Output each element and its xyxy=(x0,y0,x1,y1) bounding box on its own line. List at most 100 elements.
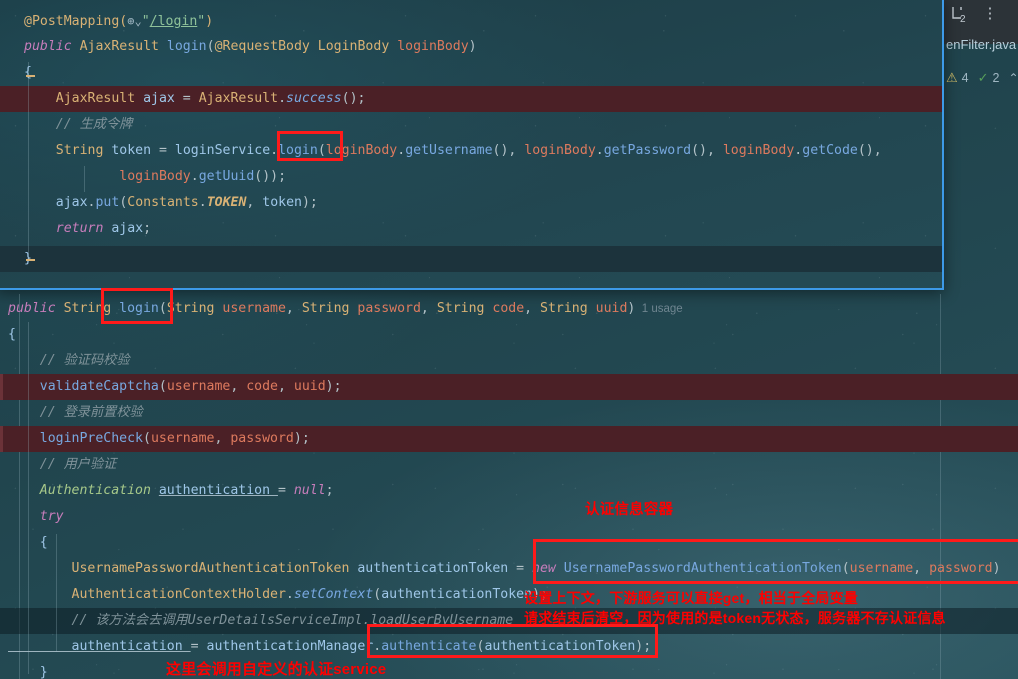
warning-count: 4 xyxy=(961,71,969,85)
code-line-postmapping[interactable]: @PostMapping(⊕⌄"/login") xyxy=(0,8,942,34)
code-token: uuid xyxy=(595,301,628,316)
code-token: ); xyxy=(301,195,318,210)
code-token: password xyxy=(230,431,294,446)
code-token: ()); xyxy=(254,169,287,184)
code-token: , xyxy=(285,301,302,316)
code-token: token xyxy=(262,195,302,210)
inspection-widget[interactable]: ⚠ 4 ✓ 2 ⌃ xyxy=(946,70,1018,86)
code-token: . xyxy=(595,143,604,158)
code-token: try xyxy=(8,509,64,524)
editor-tab-label[interactable]: enFilter.java xyxy=(944,30,1018,60)
code-line-comment-captcha[interactable]: // 验证码校验 xyxy=(0,348,1018,374)
code-token: uuid xyxy=(293,379,326,394)
quick-definition-popup[interactable]: @PostMapping(⊕⌄"/login") public AjaxResul… xyxy=(0,0,944,290)
code-token: login xyxy=(166,39,207,54)
more-options-icon[interactable]: ⋮ xyxy=(982,4,998,26)
code-token: AuthenticationContextHolder xyxy=(8,587,286,602)
code-token: ( xyxy=(841,561,850,576)
code-line-comment-token[interactable]: // 生成令牌 xyxy=(0,112,942,138)
code-token: , xyxy=(420,301,437,316)
code-token: . xyxy=(397,143,406,158)
code-line-try-keyword[interactable]: try xyxy=(0,504,1018,530)
code-token: ); xyxy=(293,431,310,446)
code-token: ( xyxy=(206,39,215,54)
code-line-open-brace-3[interactable]: { xyxy=(0,530,1018,556)
usage-hint[interactable]: 1 usage xyxy=(635,303,683,315)
code-token: String xyxy=(301,301,358,316)
annotation-label-context-line2: 请求结束后清空，因为使用的是token无状态，服务器不存认证信息 xyxy=(524,610,946,626)
code-line-token-assign[interactable]: String token = loginService.login(loginB… xyxy=(0,138,942,164)
code-token: authenticationToken xyxy=(357,561,517,576)
code-token: . xyxy=(198,195,207,210)
check-icon: ✓ xyxy=(977,70,989,85)
code-line-authenticate-call[interactable]: authentication = authenticationManager.a… xyxy=(0,634,1018,660)
vcs-change-marker[interactable] xyxy=(0,426,3,452)
code-token: ⌄ xyxy=(134,14,142,28)
code-line-set-context[interactable]: AuthenticationContextHolder.setContext(a… xyxy=(0,582,1018,608)
code-token: username xyxy=(150,431,215,446)
code-line-method-signature[interactable]: public AjaxResult login(@RequestBody Log… xyxy=(0,34,942,60)
editor-indent-rail-2 xyxy=(56,534,57,652)
code-token: login xyxy=(119,301,159,316)
code-line-validate-captcha[interactable]: validateCaptcha(username, code, uuid); xyxy=(0,374,1018,400)
popup-indent-rail-2 xyxy=(84,166,85,192)
code-line-auth-token-decl[interactable]: UsernamePasswordAuthenticationToken auth… xyxy=(0,556,1018,582)
code-token: token xyxy=(111,143,159,158)
editor-indent-rail-1 xyxy=(28,322,29,674)
warning-icon: ⚠ xyxy=(946,70,958,85)
code-token: ) xyxy=(992,561,1001,576)
code-token: getPassword xyxy=(603,143,692,158)
code-line-close-brace[interactable]: } xyxy=(0,246,942,272)
code-token: TOKEN xyxy=(206,195,247,210)
code-token: String xyxy=(166,301,223,316)
code-token: , xyxy=(246,195,263,210)
code-token: password xyxy=(357,301,421,316)
code-token: { xyxy=(8,327,16,342)
code-token: authentication xyxy=(158,483,278,498)
code-line-login-signature[interactable]: public String login(String username, Str… xyxy=(0,296,1018,322)
code-token: . xyxy=(190,169,199,184)
code-token: @PostMapping( xyxy=(24,14,128,29)
code-token: ajax xyxy=(143,91,183,106)
code-line-token-assign-cont[interactable]: loginBody.getUuid()); xyxy=(0,164,942,190)
code-line-ajax-put[interactable]: ajax.put(Constants.TOKEN, token); xyxy=(0,190,942,216)
code-token: validateCaptcha xyxy=(8,379,159,394)
code-token: . xyxy=(278,91,287,106)
code-token: username xyxy=(222,301,286,316)
code-token: new xyxy=(532,561,564,576)
code-line-comment-precheck[interactable]: // 登录前置校验 xyxy=(0,400,1018,426)
code-token: code xyxy=(492,301,525,316)
code-token: ) xyxy=(468,39,477,54)
code-token: login xyxy=(278,143,318,158)
code-token: Authentication xyxy=(8,483,159,498)
brace-match-marker-close xyxy=(26,259,35,261)
annotation-label-custom-service: 这里会调用自定义的认证service xyxy=(166,661,387,678)
code-token: AjaxResult xyxy=(79,39,167,54)
code-token: // 生成令牌 xyxy=(24,117,133,132)
code-token: getCode xyxy=(802,143,858,158)
code-line-comment-userauth[interactable]: // 用户验证 xyxy=(0,452,1018,478)
svg-text:2: 2 xyxy=(960,14,966,25)
code-line-open-brace[interactable]: { xyxy=(0,60,942,86)
code-line-open-brace-2[interactable]: { xyxy=(0,322,1018,348)
code-line-close-brace-3[interactable]: } xyxy=(0,660,1018,679)
code-token: ); xyxy=(325,379,342,394)
split-window-icon[interactable]: 2 xyxy=(947,3,971,27)
code-token: authentication xyxy=(8,639,191,654)
code-token: ) xyxy=(205,14,214,29)
code-token: loginBody xyxy=(24,169,191,184)
popup-indent-rail xyxy=(28,62,29,262)
code-line-return-ajax[interactable]: return ajax; xyxy=(0,216,942,242)
code-token: loginBody xyxy=(524,143,596,158)
code-line-ajax-assign[interactable]: AjaxResult ajax = AjaxResult.success(); xyxy=(0,86,942,112)
code-token: null xyxy=(293,483,326,498)
annotation-label-context-line1: 设置上下文，下游服务可以直接get，相当于全局变量 xyxy=(524,590,858,606)
code-line-login-precheck[interactable]: loginPreCheck(username, password); xyxy=(0,426,1018,452)
chevron-up-icon[interactable]: ⌃ xyxy=(1008,71,1018,85)
vcs-change-marker[interactable] xyxy=(0,374,3,400)
code-token: . xyxy=(373,639,382,654)
code-token: loginBody xyxy=(722,143,795,158)
code-token: , xyxy=(278,379,294,394)
code-token: public xyxy=(8,301,64,316)
code-line-authentication-null[interactable]: Authentication authentication = null; xyxy=(0,478,1018,504)
